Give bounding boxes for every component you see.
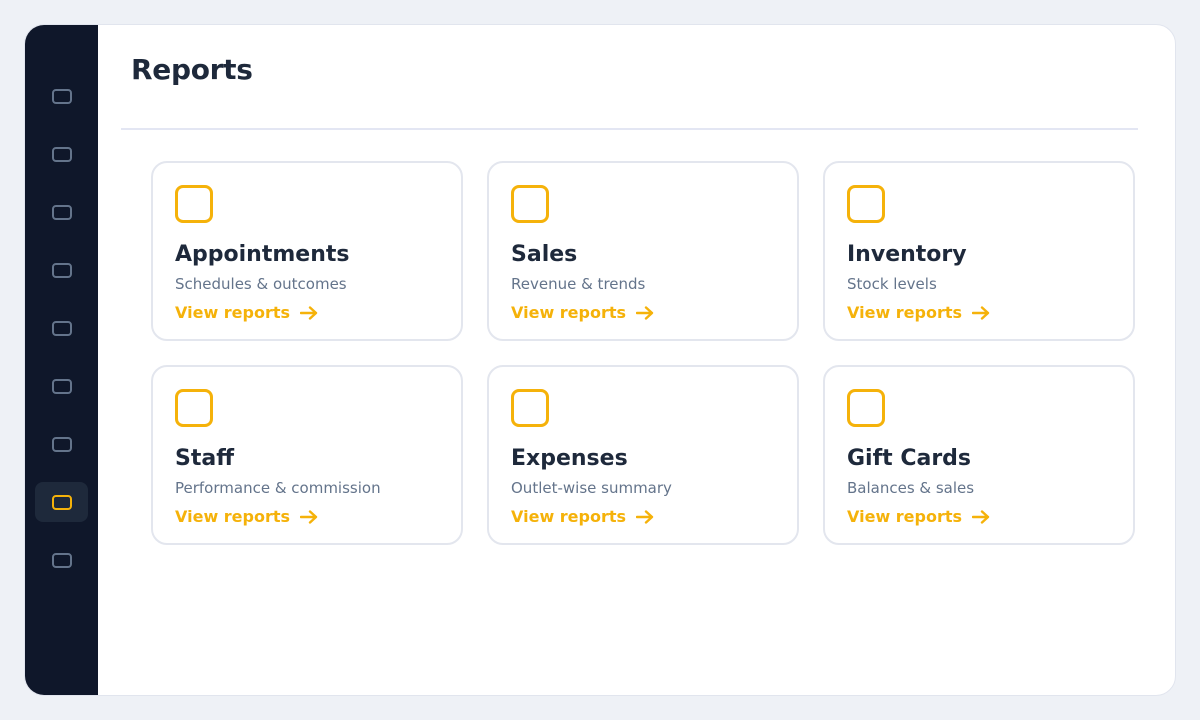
view-reports-label: View reports bbox=[511, 507, 627, 526]
card-subtitle: Performance & commission bbox=[175, 479, 381, 497]
card-subtitle: Stock levels bbox=[847, 275, 937, 293]
card-title: Inventory bbox=[847, 242, 967, 267]
view-reports-label: View reports bbox=[511, 303, 627, 322]
app-window: Reports Appointments Schedules & outcome… bbox=[24, 24, 1176, 696]
view-reports-link[interactable]: View reports bbox=[511, 507, 654, 526]
view-reports-link[interactable]: View reports bbox=[511, 303, 654, 322]
arrow-right-icon bbox=[300, 305, 318, 320]
page-title: Reports bbox=[131, 53, 253, 86]
nav-icon bbox=[51, 378, 72, 394]
sidebar-item-3[interactable] bbox=[35, 192, 88, 232]
card-subtitle: Balances & sales bbox=[847, 479, 975, 497]
card-title: Sales bbox=[511, 242, 578, 267]
report-card-appointments[interactable]: Appointments Schedules & outcomes View r… bbox=[151, 161, 463, 341]
gift-cards-icon bbox=[847, 389, 885, 427]
nav-icon bbox=[51, 88, 72, 104]
view-reports-link[interactable]: View reports bbox=[847, 507, 990, 526]
view-reports-label: View reports bbox=[175, 507, 291, 526]
card-subtitle: Schedules & outcomes bbox=[175, 275, 347, 293]
sidebar-item-5[interactable] bbox=[35, 308, 88, 348]
sidebar-item-4[interactable] bbox=[35, 250, 88, 290]
view-reports-link[interactable]: View reports bbox=[175, 507, 318, 526]
sidebar-item-2[interactable] bbox=[35, 134, 88, 174]
report-card-inventory[interactable]: Inventory Stock levels View reports bbox=[823, 161, 1135, 341]
reports-icon bbox=[51, 494, 72, 510]
card-title: Appointments bbox=[175, 242, 350, 267]
arrow-right-icon bbox=[636, 305, 654, 320]
report-card-sales[interactable]: Sales Revenue & trends View reports bbox=[487, 161, 799, 341]
arrow-right-icon bbox=[636, 509, 654, 524]
inventory-icon bbox=[847, 185, 885, 223]
sidebar-item-1[interactable] bbox=[35, 76, 88, 116]
sidebar-item-6[interactable] bbox=[35, 366, 88, 406]
view-reports-link[interactable]: View reports bbox=[847, 303, 990, 322]
report-card-gift-cards[interactable]: Gift Cards Balances & sales View reports bbox=[823, 365, 1135, 545]
arrow-right-icon bbox=[300, 509, 318, 524]
report-card-staff[interactable]: Staff Performance & commission View repo… bbox=[151, 365, 463, 545]
card-title: Staff bbox=[175, 446, 235, 471]
appointments-icon bbox=[175, 185, 213, 223]
expenses-icon bbox=[511, 389, 549, 427]
arrow-right-icon bbox=[972, 305, 990, 320]
card-subtitle: Outlet-wise summary bbox=[511, 479, 672, 497]
sales-icon bbox=[511, 185, 549, 223]
view-reports-link[interactable]: View reports bbox=[175, 303, 318, 322]
nav-icon bbox=[51, 146, 72, 162]
nav-icon bbox=[51, 204, 72, 220]
header-divider bbox=[121, 128, 1138, 130]
sidebar-item-reports[interactable] bbox=[35, 482, 88, 522]
nav-icon bbox=[51, 262, 72, 278]
view-reports-label: View reports bbox=[175, 303, 291, 322]
sidebar bbox=[25, 25, 98, 695]
card-title: Expenses bbox=[511, 446, 628, 471]
card-subtitle: Revenue & trends bbox=[511, 275, 646, 293]
staff-icon bbox=[175, 389, 213, 427]
nav-icon bbox=[51, 436, 72, 452]
view-reports-label: View reports bbox=[847, 507, 963, 526]
report-card-expenses[interactable]: Expenses Outlet-wise summary View report… bbox=[487, 365, 799, 545]
arrow-right-icon bbox=[972, 509, 990, 524]
sidebar-item-7[interactable] bbox=[35, 424, 88, 464]
nav-icon bbox=[51, 320, 72, 336]
sidebar-item-9[interactable] bbox=[35, 540, 88, 580]
view-reports-label: View reports bbox=[847, 303, 963, 322]
card-title: Gift Cards bbox=[847, 446, 972, 471]
nav-icon bbox=[51, 552, 72, 568]
